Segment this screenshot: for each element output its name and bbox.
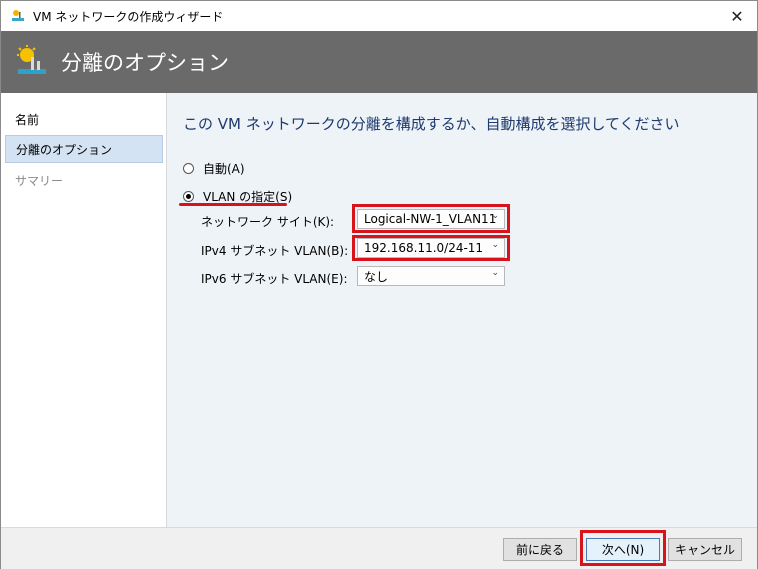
ipv4-subnet-select[interactable]: 192.168.11.0/24-11 ⌄ bbox=[357, 238, 505, 258]
highlight-underline bbox=[179, 203, 287, 206]
wizard-footer: 前に戻る 次へ(N) キャンセル bbox=[1, 527, 757, 569]
chevron-down-icon: ⌄ bbox=[491, 240, 499, 250]
wizard-steps-sidebar: 名前 分離のオプション サマリー bbox=[1, 93, 167, 527]
chevron-down-icon: ⌄ bbox=[491, 268, 499, 278]
sidebar-item-label: 分離のオプション bbox=[16, 142, 113, 157]
radio-button-selected[interactable] bbox=[183, 191, 194, 202]
next-button[interactable]: 次へ(N) bbox=[586, 538, 660, 561]
page-header: 分離のオプション bbox=[1, 31, 757, 93]
network-isolation-icon bbox=[17, 45, 46, 74]
sidebar-item-summary[interactable]: サマリー bbox=[5, 166, 163, 194]
back-button[interactable]: 前に戻る bbox=[503, 538, 577, 561]
close-icon[interactable]: ✕ bbox=[717, 1, 757, 31]
page-title: 分離のオプション bbox=[61, 51, 229, 75]
select-value: Logical-NW-1_VLAN11 bbox=[364, 212, 497, 226]
radio-button[interactable] bbox=[183, 163, 194, 174]
main-content: この VM ネットワークの分離を構成するか、自動構成を選択してください 自動(A… bbox=[167, 93, 757, 527]
ipv6-subnet-select[interactable]: なし ⌄ bbox=[357, 266, 505, 286]
instruction-heading: この VM ネットワークの分離を構成するか、自動構成を選択してください bbox=[183, 115, 680, 133]
ipv4-subnet-label: IPv4 サブネット VLAN(B): bbox=[201, 244, 349, 258]
title-bar: VM ネットワークの作成ウィザード ✕ bbox=[1, 1, 757, 31]
select-value: なし bbox=[364, 269, 389, 284]
network-site-select[interactable]: Logical-NW-1_VLAN11 ⌄ bbox=[357, 209, 505, 229]
network-site-label: ネットワーク サイト(K): bbox=[201, 215, 335, 229]
window-title: VM ネットワークの作成ウィザード bbox=[33, 9, 224, 24]
cancel-button[interactable]: キャンセル bbox=[668, 538, 742, 561]
sidebar-item-label: 名前 bbox=[15, 112, 40, 127]
ipv6-subnet-label: IPv6 サブネット VLAN(E): bbox=[201, 272, 348, 286]
select-value: 192.168.11.0/24-11 bbox=[364, 241, 484, 255]
radio-label: 自動(A) bbox=[203, 162, 245, 176]
sidebar-item-name[interactable]: 名前 bbox=[5, 105, 163, 133]
sidebar-item-isolation-options[interactable]: 分離のオプション bbox=[5, 135, 163, 163]
sidebar-item-label: サマリー bbox=[15, 173, 64, 188]
chevron-down-icon: ⌄ bbox=[491, 211, 499, 221]
radio-automatic[interactable]: 自動(A) bbox=[183, 160, 245, 177]
wizard-window: VM ネットワークの作成ウィザード ✕ 分離のオプション 名前 分離のオプション… bbox=[0, 0, 758, 569]
vm-network-app-icon bbox=[12, 10, 24, 21]
